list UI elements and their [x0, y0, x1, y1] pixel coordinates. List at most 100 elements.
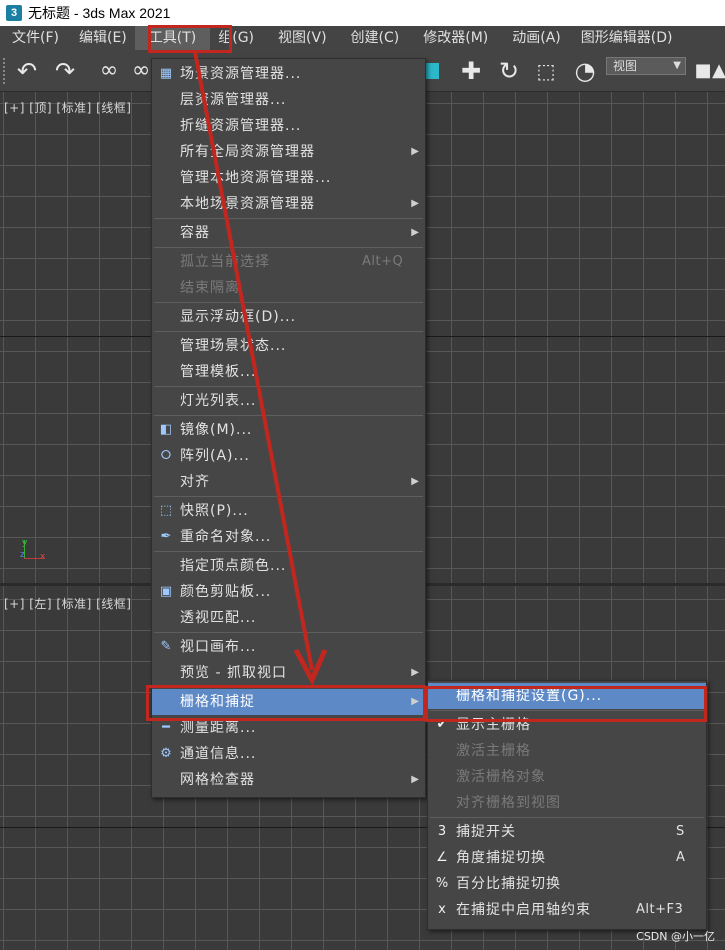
- reference-coordinate-select[interactable]: 视图 ▼: [606, 57, 686, 75]
- tools-menu-item-20[interactable]: 透视匹配...: [152, 605, 425, 631]
- tools-menu-item-label: 管理本地资源管理器...: [180, 170, 332, 186]
- tools-menu-item-5[interactable]: 本地场景资源管理器 ▶: [152, 191, 425, 217]
- chevron-down-icon: ▼: [673, 60, 681, 71]
- grid-submenu-item-label: 激活栅格对象: [456, 769, 546, 785]
- toolbar-grip[interactable]: [3, 58, 7, 84]
- object-paint-icon[interactable]: ◔: [572, 58, 598, 84]
- rename-icon: ✒: [160, 529, 172, 544]
- tools-menu-item-label: 层资源管理器...: [180, 92, 287, 108]
- annotation-box-tools: [148, 25, 232, 53]
- tools-menu-item-13[interactable]: ◧ 镜像(M)...: [152, 417, 425, 443]
- menu-bar: 文件(F) 编辑(E) 工具(T) 组(G) 视图(V) 创建(C) 修改器(M…: [0, 26, 725, 50]
- grid-submenu-item-5[interactable]: 3 捕捉开关 S: [428, 819, 706, 845]
- reference-coordinate-value: 视图: [613, 59, 638, 73]
- menu-separator: [154, 415, 423, 416]
- tools-menu-item-16[interactable]: ⬚ 快照(P)...: [152, 498, 425, 524]
- tools-menu-item-label: 镜像(M)...: [180, 422, 253, 438]
- menu-separator: [154, 386, 423, 387]
- tools-menu-item-label: 对齐: [180, 474, 210, 490]
- menu-create[interactable]: 创建(C): [335, 26, 408, 50]
- grid-submenu-item-8[interactable]: x 在捕捉中启用轴约束 Alt+F3: [428, 897, 706, 923]
- menu-separator: [154, 302, 423, 303]
- tools-menu-item-15[interactable]: 对齐 ▶: [152, 469, 425, 495]
- shortcut-text: S: [676, 824, 685, 839]
- mirror-icon: ◧: [159, 422, 173, 437]
- tools-menu-item-17[interactable]: ✒ 重命名对象...: [152, 524, 425, 550]
- percent-snap-icon: %: [435, 876, 449, 891]
- grid-submenu-item-label: 角度捕捉切换: [456, 850, 546, 866]
- tools-menu-item-label: 重命名对象...: [180, 529, 272, 545]
- tools-menu-item-3[interactable]: 所有全局资源管理器 ▶: [152, 139, 425, 165]
- viewport-top-label[interactable]: [+] [顶] [标准] [线框]: [4, 99, 131, 116]
- menu-animation[interactable]: 动画(A): [496, 26, 569, 50]
- tools-menu-item-11[interactable]: 管理模板...: [152, 359, 425, 385]
- tools-menu-item-10[interactable]: 管理场景状态...: [152, 333, 425, 359]
- menu-modifiers[interactable]: 修改器(M): [407, 26, 496, 50]
- rotate-icon[interactable]: ↻: [496, 58, 522, 84]
- tools-menu-item-7: 孤立当前选择 Alt+Q: [152, 249, 425, 275]
- tools-menu-item-4[interactable]: 管理本地资源管理器...: [152, 165, 425, 191]
- tools-menu-item-12[interactable]: 灯光列表...: [152, 388, 425, 414]
- menu-file[interactable]: 文件(F): [0, 26, 67, 50]
- menu-graph-editors[interactable]: 图形编辑器(D): [569, 26, 681, 50]
- tools-menu-item-label: 容器: [180, 225, 210, 241]
- tools-menu-item-label: 视口画布...: [180, 639, 257, 655]
- object-color-icon[interactable]: [425, 63, 439, 79]
- undo-icon[interactable]: ↶: [14, 58, 40, 84]
- viewport-left-label[interactable]: [+] [左] [标准] [线框]: [4, 595, 131, 612]
- tools-menu-item-label: 灯光列表...: [180, 393, 257, 409]
- tools-menu-item-2[interactable]: 折缝资源管理器...: [152, 113, 425, 139]
- tools-menu-item-19[interactable]: ▣ 颜色剪贴板...: [152, 579, 425, 605]
- angle-snap-icon: ∠: [436, 850, 448, 865]
- mirror-tool-icon[interactable]: ▲: [706, 58, 725, 84]
- grid-submenu-item-2: 激活主栅格: [428, 738, 706, 764]
- tools-menu-item-label: 结束隔离: [180, 280, 240, 296]
- app-icon: 3: [6, 5, 22, 21]
- tools-menu-item-9[interactable]: 显示浮动框(D)...: [152, 304, 425, 330]
- grid-submenu-item-label: 对齐栅格到视图: [456, 795, 561, 811]
- redo-icon[interactable]: ↷: [52, 58, 78, 84]
- shortcut-text: A: [676, 850, 686, 865]
- tools-menu-item-label: 网格检查器: [180, 772, 255, 788]
- menu-view[interactable]: 视图(V): [262, 26, 335, 50]
- window-title: 无标题 - 3ds Max 2021: [28, 5, 171, 21]
- grid-submenu-item-3: 激活栅格对象: [428, 764, 706, 790]
- menu-separator: [154, 551, 423, 552]
- tools-menu-item-1[interactable]: 层资源管理器...: [152, 87, 425, 113]
- grid-submenu-item-label: 激活主栅格: [456, 743, 531, 759]
- snap-3d-icon: 3: [437, 824, 447, 839]
- tools-menu-item-21[interactable]: ✎ 视口画布...: [152, 634, 425, 660]
- tools-menu-item-label: 所有全局资源管理器: [180, 144, 315, 160]
- tools-menu-item-label: 阵列(A)...: [180, 448, 250, 464]
- menu-separator: [154, 247, 423, 248]
- move-icon[interactable]: ✚: [458, 58, 484, 84]
- watermark: CSDN @小一亿: [636, 930, 715, 943]
- tools-menu-item-label: 显示浮动框(D)...: [180, 309, 297, 325]
- tools-menu-item-18[interactable]: 指定顶点颜色...: [152, 553, 425, 579]
- submenu-arrow-icon: ▶: [411, 667, 419, 678]
- title-bar: 3 无标题 - 3ds Max 2021: [0, 0, 725, 26]
- axis-x-line: [24, 558, 44, 559]
- tools-menu-item-0[interactable]: ▦ 场景资源管理器...: [152, 61, 425, 87]
- submenu-arrow-icon: ▶: [411, 227, 419, 238]
- grid-submenu-item-6[interactable]: ∠ 角度捕捉切换 A: [428, 845, 706, 871]
- tools-menu-item-26[interactable]: 网格检查器 ▶: [152, 767, 425, 793]
- tools-menu-item-22[interactable]: 预览 - 抓取视口 ▶: [152, 660, 425, 686]
- unlink-icon[interactable]: ∞: [132, 58, 150, 84]
- table-icon: ▦: [159, 66, 173, 81]
- tools-menu-item-label: 颜色剪贴板...: [180, 584, 272, 600]
- axis-y-line: [24, 540, 25, 558]
- menu-edit[interactable]: 编辑(E): [67, 26, 135, 50]
- array-icon: ⭘: [160, 448, 172, 463]
- tools-menu-item-label: 预览 - 抓取视口: [180, 665, 287, 681]
- grid-submenu-item-7[interactable]: % 百分比捕捉切换: [428, 871, 706, 897]
- grid-submenu-item-label: 在捕捉中启用轴约束: [456, 902, 591, 918]
- brush-icon: ✎: [160, 639, 172, 654]
- tools-menu-item-14[interactable]: ⭘ 阵列(A)...: [152, 443, 425, 469]
- submenu-arrow-icon: ▶: [411, 774, 419, 785]
- grid-submenu-item-label: 百分比捕捉切换: [456, 876, 561, 892]
- link-icon[interactable]: ∞: [96, 58, 122, 84]
- region-select-icon[interactable]: ⬚: [533, 58, 559, 84]
- tools-menu-item-6[interactable]: 容器 ▶: [152, 220, 425, 246]
- tools-menu-item-25[interactable]: ⚙ 通道信息...: [152, 741, 425, 767]
